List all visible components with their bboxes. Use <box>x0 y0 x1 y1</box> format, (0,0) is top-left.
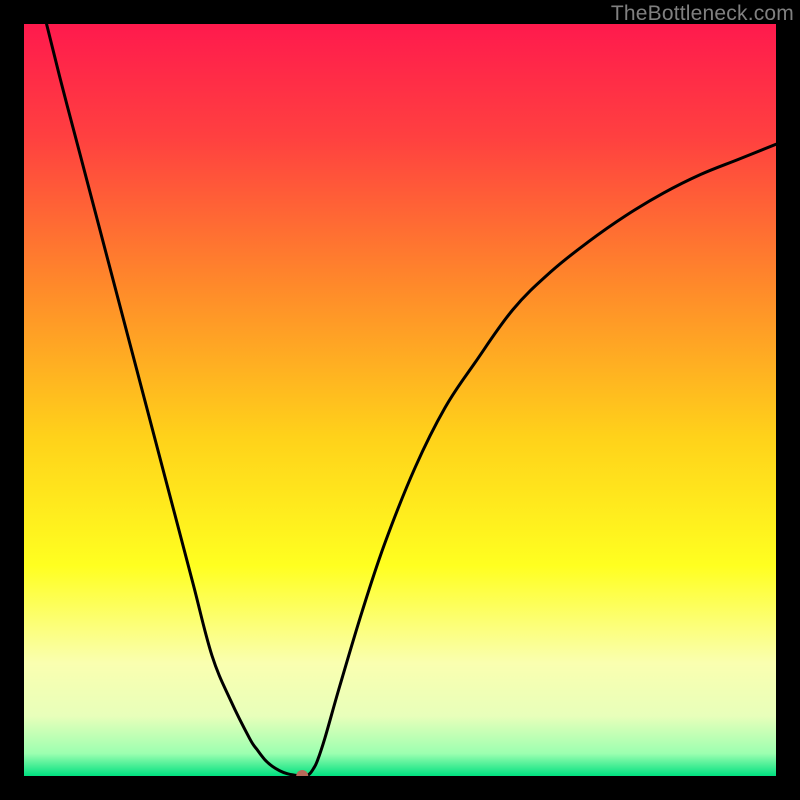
watermark-text: TheBottleneck.com <box>611 2 794 26</box>
chart-frame: TheBottleneck.com <box>0 0 800 800</box>
bottleneck-curve <box>24 24 776 776</box>
plot-area <box>24 24 776 776</box>
